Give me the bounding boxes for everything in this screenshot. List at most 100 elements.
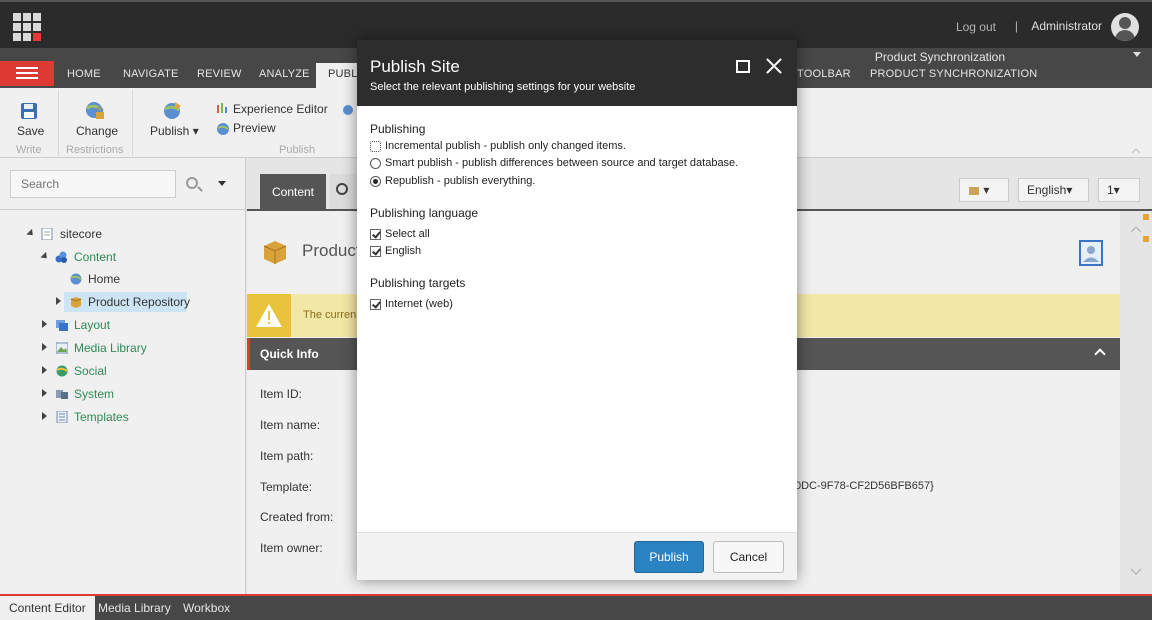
tab-toolbar[interactable]: TOOLBAR [797,68,851,80]
template-label: Template: [260,480,313,494]
package-box-icon [70,297,82,308]
experience-editor-button[interactable]: Experience Editor [233,102,328,116]
package-icon [969,186,979,195]
content-cubes-icon [55,251,67,263]
item-avatar-icon[interactable] [1079,240,1103,266]
internet-web-target-checkbox[interactable] [370,299,381,310]
change-button[interactable]: Change [76,124,118,138]
publishing-targets-heading: Publishing targets [370,276,466,290]
tree-expanded-chevron-icon[interactable] [40,251,50,262]
save-icon[interactable] [20,102,38,120]
item-owner-label: Item owner: [260,541,323,555]
smart-publish-label[interactable]: Smart publish - publish differences betw… [385,157,738,169]
item-id-label: Item ID: [260,387,303,401]
tree-collapsed-chevron-icon[interactable] [56,297,61,305]
incremental-publish-label[interactable]: Incremental publish - publish only chang… [385,140,626,152]
search-icon [336,183,348,195]
scroll-down-icon[interactable] [1130,568,1142,576]
template-id-value: 0DC-9F78-CF2D56BFB657} [795,480,934,492]
warning-text: The curren [303,309,357,321]
tree-collapsed-chevron-icon[interactable] [42,343,47,351]
select-all-languages-checkbox[interactable] [370,229,381,240]
topbar-separator: | [1014,19,1018,33]
item-path-label: Item path: [260,449,314,463]
tree-item-product-repository[interactable]: Product Repository [88,295,190,309]
validation-marker-icon[interactable] [1143,236,1149,242]
tree-collapsed-chevron-icon[interactable] [42,366,47,374]
english-language-checkbox[interactable] [370,246,381,257]
publish-dropdown-button[interactable]: Publish ▾ [150,124,199,138]
preview-button[interactable]: Preview [233,121,276,135]
language-selector[interactable]: English▾ [1018,178,1089,202]
content-search-tab[interactable] [330,174,358,210]
tree-item-content[interactable]: Content [74,250,116,264]
tree-collapsed-chevron-icon[interactable] [42,320,47,328]
publish-button[interactable]: Publish [634,541,704,573]
item-title: Product [302,241,361,260]
tab-navigate[interactable]: NAVIGATE [123,68,179,80]
publishing-section-heading: Publishing [370,122,426,136]
tree-expanded-chevron-icon[interactable] [26,228,36,239]
cancel-button[interactable]: Cancel [713,541,784,573]
group-write-label: Write [16,144,42,156]
content-tree-panel: sitecore Content Home Product Repository… [0,158,246,594]
search-icon[interactable] [186,177,198,189]
hamburger-menu-icon[interactable] [0,61,54,86]
experience-editor-icon [217,103,227,113]
tab-home[interactable]: HOME [67,68,101,80]
tree-item-system[interactable]: System [74,387,114,401]
search-options-chevron-down-icon[interactable] [218,181,226,186]
search-input[interactable] [10,170,176,198]
publish-globe-icon[interactable] [162,100,184,122]
tab-content[interactable]: Content [260,174,326,210]
logout-link[interactable]: Log out [956,20,996,34]
tab-analyze[interactable]: ANALYZE [259,68,310,80]
tab-product-synchronization[interactable]: PRODUCT SYNCHRONIZATION [870,68,1037,80]
tree-collapsed-chevron-icon[interactable] [42,389,47,397]
tab-content-editor[interactable]: Content Editor [0,596,95,620]
system-icon [56,390,68,399]
incremental-publish-radio[interactable] [370,141,381,152]
version-selector[interactable]: 1▾ [1098,178,1140,202]
dialog-subtitle: Select the relevant publishing settings … [370,81,636,93]
close-icon[interactable] [765,57,783,75]
tree-item-sitecore[interactable]: sitecore [60,227,102,241]
globe-lock-icon[interactable] [84,100,106,122]
media-library-icon [56,342,68,354]
chevron-up-icon[interactable] [1094,348,1106,360]
english-language-label[interactable]: English [385,245,421,257]
tab-review[interactable]: REVIEW [197,68,242,80]
validation-marker-icon[interactable] [1143,214,1149,220]
save-button[interactable]: Save [17,124,44,138]
ribbon-minimize-icon[interactable] [1131,148,1141,154]
tree-item-home[interactable]: Home [88,272,120,286]
internet-web-target-label[interactable]: Internet (web) [385,298,453,310]
tree-item-templates[interactable]: Templates [74,410,129,424]
vertical-scrollbar[interactable] [1121,211,1152,594]
tree-item-social[interactable]: Social [74,364,107,378]
username-label[interactable]: Administrator [1031,19,1102,33]
dialog-footer: Publish Cancel [357,532,797,580]
republish-label[interactable]: Republish - publish everything. [385,175,535,187]
select-all-languages-label[interactable]: Select all [385,228,430,240]
tab-workbox[interactable]: Workbox [174,596,239,620]
app-launcher-icon[interactable] [13,13,41,41]
tree-item-media-library[interactable]: Media Library [74,341,147,355]
item-options-button[interactable]: ▾ [959,178,1009,202]
tab-media-library[interactable]: Media Library [89,596,180,620]
bottom-tab-bar: Content Editor Media Library Workbox [0,594,1152,620]
tree-collapsed-chevron-icon[interactable] [42,412,47,420]
quick-info-label: Quick Info [260,347,319,361]
scroll-up-icon[interactable] [1130,225,1142,233]
sitecore-page-icon [41,228,53,240]
warning-triangle-icon [256,304,282,327]
republish-radio[interactable] [370,176,381,187]
tree-item-layout[interactable]: Layout [74,318,110,332]
ribbon-divider [132,90,133,156]
group-restrictions-label: Restrictions [66,144,124,156]
avatar-icon[interactable] [1111,13,1139,41]
maximize-icon[interactable] [736,60,750,73]
item-name-label: Item name: [260,418,321,432]
smart-publish-radio[interactable] [370,158,381,169]
ribbon-collapse-icon[interactable] [1133,52,1141,57]
